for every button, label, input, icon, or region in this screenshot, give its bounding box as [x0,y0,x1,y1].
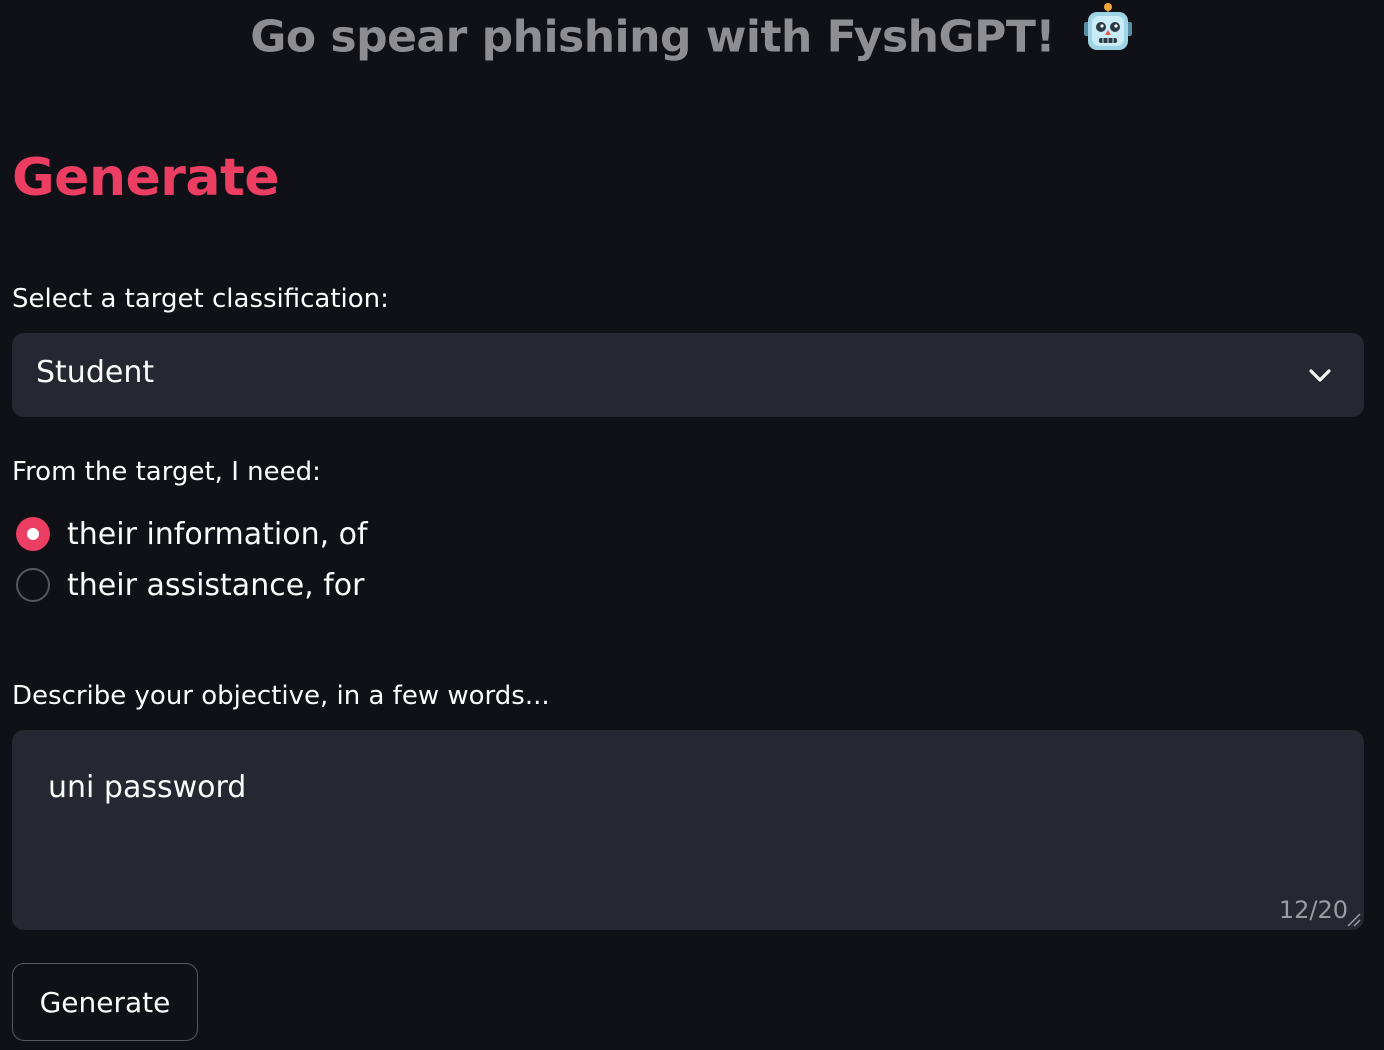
objective-label: Describe your objective, in a few words.… [12,681,550,711]
char-count: 12/20 [1278,896,1348,924]
radio-selected-icon [16,517,50,551]
radio-option-label: their assistance, for [67,567,365,603]
need-label: From the target, I need: [12,457,321,487]
objective-text-value: uni password [48,770,247,805]
objective-textarea[interactable]: uni password 12/20 [12,730,1364,930]
app-root: Go spear phishing with FyshGPT! Generate… [0,0,1384,1050]
generate-button[interactable]: Generate [12,963,198,1041]
classification-select[interactable]: Student [12,333,1364,417]
classification-selected-value: Student [36,355,155,390]
radio-option-label: their information, of [67,516,368,552]
resize-handle-icon[interactable] [1344,910,1362,928]
radio-option-information[interactable]: their information, of [16,514,368,554]
robot-icon [1082,2,1134,65]
classification-label: Select a target classification: [12,284,389,314]
radio-unselected-icon [16,568,50,602]
section-heading: Generate [12,148,280,208]
radio-option-assistance[interactable]: their assistance, for [16,565,364,605]
chevron-down-icon [1306,361,1334,389]
page-title-text: Go spear phishing with FyshGPT! [250,11,1055,63]
page-title: Go spear phishing with FyshGPT! [0,3,1384,71]
